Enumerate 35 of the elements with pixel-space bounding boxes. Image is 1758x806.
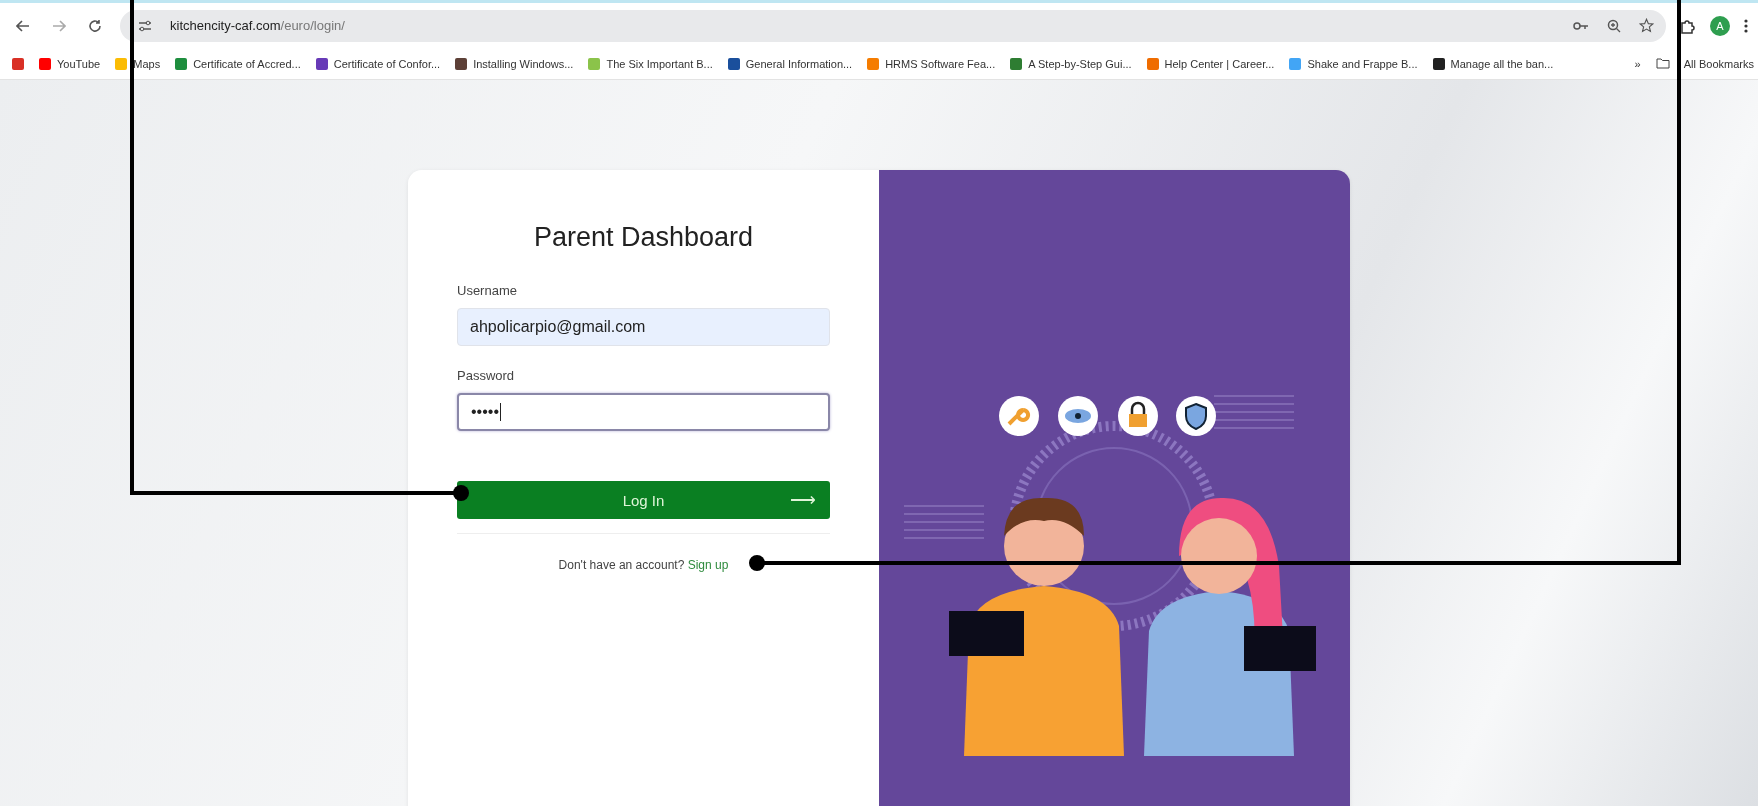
forward-arrow-icon xyxy=(52,18,66,33)
bookmark-link[interactable]: Manage all the ban... xyxy=(1432,57,1554,70)
bookmark-link[interactable]: Maps xyxy=(115,57,161,70)
bookmark-link[interactable]: Installing Windows... xyxy=(455,57,574,70)
key-icon[interactable] xyxy=(1573,20,1589,31)
field-label: Username xyxy=(457,283,517,298)
bookmark-link[interactable]: Certificate of Accred... xyxy=(175,57,301,70)
dashboard-title: Parent Dashboard xyxy=(532,222,755,253)
star-icon[interactable] xyxy=(1639,18,1654,33)
menu-icon[interactable] xyxy=(1744,18,1748,33)
bookmark-icon[interactable] xyxy=(12,57,24,70)
input-field[interactable]: ••••• xyxy=(457,393,830,431)
bookmark-link[interactable]: A Step-by-Step Gui... xyxy=(1010,57,1132,70)
back-arrow-icon xyxy=(16,18,30,33)
address-bar[interactable]: kitchencity-caf.com/euro/login/ xyxy=(120,9,1666,42)
bookmark-link[interactable]: The Six Important B... xyxy=(588,57,713,70)
signup-link[interactable]: Sign up xyxy=(687,558,729,572)
puzzle-icon[interactable] xyxy=(1680,17,1696,34)
login-button[interactable]: Log In ⟶ xyxy=(457,481,830,519)
field-label: Password xyxy=(457,368,515,383)
more-bookmarks-button[interactable]: » xyxy=(1634,57,1641,70)
bookmark-link[interactable]: Certificate of Confor... xyxy=(315,57,441,70)
reload-icon xyxy=(88,18,102,33)
folder-icon xyxy=(1655,58,1670,69)
input-field[interactable]: ahpolicarpio@gmail.com xyxy=(457,308,830,346)
zoom-icon[interactable] xyxy=(1607,18,1621,33)
bookmark-link[interactable]: Help Center | Career... xyxy=(1146,57,1275,70)
bookmark-link[interactable]: General Information... xyxy=(727,57,853,70)
url-text: kitchencity-caf.com/euro/login/ xyxy=(170,18,345,33)
bookmark-link[interactable]: HRMS Software Fea... xyxy=(867,57,996,70)
bookmark-link[interactable]: YouTube xyxy=(39,57,101,70)
bookmark-link[interactable]: Shake and Frappe B... xyxy=(1289,57,1418,70)
tune-icon[interactable] xyxy=(138,18,152,33)
all-bookmarks-button[interactable]: All Bookmarks xyxy=(1655,57,1754,70)
signup-prompt: Don't have an account? Sign up xyxy=(557,558,730,572)
